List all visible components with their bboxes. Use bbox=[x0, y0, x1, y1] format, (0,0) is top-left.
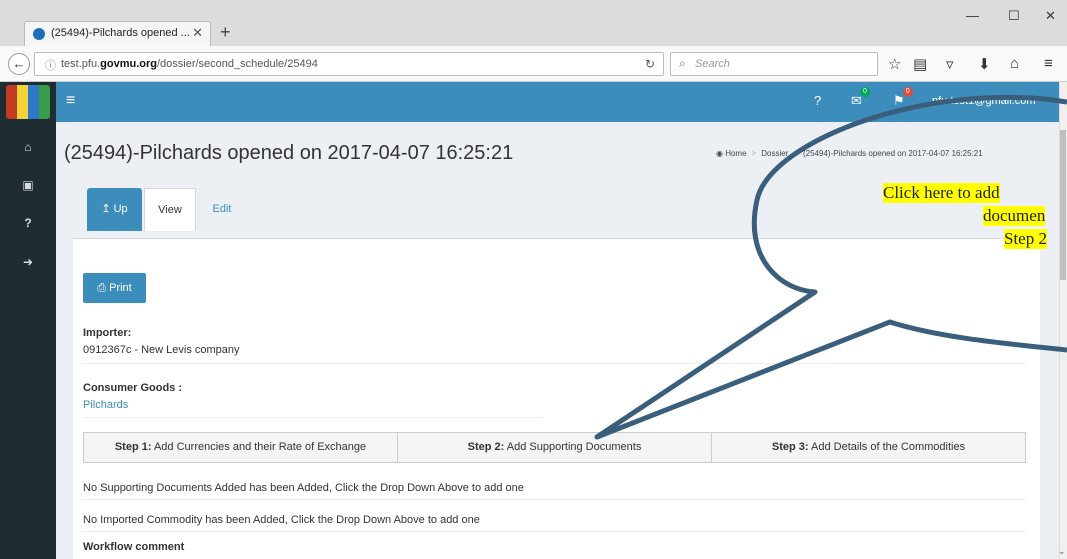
scroll-down-icon[interactable]: ⌄ bbox=[1058, 546, 1066, 557]
breadcrumb: ◉ Home > Dossier > (25494)-Pilchards opened … bbox=[716, 149, 983, 158]
help-icon[interactable]: ? bbox=[814, 93, 821, 108]
browser-titlebar: (25494)-Pilchards opened ... ✕ + — ☐ ✕ bbox=[0, 0, 1067, 46]
callout-line-2: documen bbox=[983, 206, 1046, 226]
user-email[interactable]: pfu.test1@gmail.com bbox=[932, 95, 1036, 107]
divider bbox=[83, 417, 543, 418]
browser-navbar: ← ⓘ test.pfu.govmu.org/dossier/second_sc… bbox=[0, 46, 1067, 82]
step-2-button[interactable]: Step 2: Add Supporting Documents bbox=[398, 433, 712, 462]
page-title: (25494)-Pilchards opened on 2017-04-07 1… bbox=[64, 142, 514, 164]
help-nav-icon[interactable]: ? bbox=[0, 216, 56, 230]
messages-badge: 0 bbox=[859, 87, 870, 97]
minimize-button[interactable]: — bbox=[966, 8, 979, 23]
up-arrow-icon: ↥ bbox=[101, 203, 114, 215]
bookmark-star-icon[interactable]: ☆ bbox=[888, 55, 901, 73]
steps-bar: Step 1: Add Currencies and their Rate of… bbox=[83, 432, 1026, 463]
new-tab-button[interactable]: + bbox=[220, 22, 231, 43]
flags-badge: 0 bbox=[902, 87, 913, 97]
consumer-goods-label: Consumer Goods : bbox=[83, 382, 183, 394]
dashboard-icon: ◉ bbox=[716, 149, 726, 158]
step-3-button[interactable]: Step 3: Add Details of the Commodities bbox=[712, 433, 1025, 462]
home-icon[interactable]: ⌂ bbox=[1010, 55, 1019, 72]
step-1-button[interactable]: Step 1: Add Currencies and their Rate of… bbox=[84, 433, 398, 462]
url-bar[interactable]: ⓘ test.pfu.govmu.org/dossier/second_sche… bbox=[34, 52, 664, 76]
maximize-button[interactable]: ☐ bbox=[1008, 8, 1020, 24]
search-placeholder: Search bbox=[695, 58, 730, 70]
back-button[interactable]: ← bbox=[8, 53, 30, 75]
app-header: ≡ ? ✉ 0 ⚑ 0 pfu.test1@gmail.com bbox=[56, 82, 1059, 122]
no-commodity-message: No Imported Commodity has been Added, Cl… bbox=[83, 514, 480, 526]
url-text: test.pfu.govmu.org/dossier/second_schedu… bbox=[61, 58, 318, 70]
importer-label: Importer: bbox=[83, 327, 132, 339]
workflow-comment-label: Workflow comment bbox=[83, 541, 185, 553]
tab-edit[interactable]: Edit bbox=[202, 188, 242, 231]
tab-close-icon[interactable]: ✕ bbox=[192, 25, 203, 41]
breadcrumb-home[interactable]: Home bbox=[725, 149, 746, 158]
divider bbox=[83, 531, 1026, 532]
favicon-icon bbox=[33, 28, 45, 40]
print-button[interactable]: ⎙ Print bbox=[83, 273, 146, 303]
messages-icon[interactable]: ✉ 0 bbox=[851, 87, 870, 109]
home-nav-icon[interactable]: ⌂ bbox=[0, 140, 56, 154]
pocket-icon[interactable]: ▿ bbox=[946, 55, 954, 73]
flag-icon[interactable]: ⚑ 0 bbox=[893, 87, 913, 109]
divider bbox=[83, 499, 1026, 500]
menu-icon[interactable]: ≡ bbox=[1044, 55, 1053, 72]
breadcrumb-dossier[interactable]: Dossier bbox=[761, 149, 788, 158]
callout-line-3: Step 2 bbox=[1004, 229, 1047, 249]
search-icon: ⌕ bbox=[679, 56, 686, 70]
reading-list-icon[interactable]: ▤ bbox=[913, 55, 927, 73]
tab-view[interactable]: View bbox=[144, 188, 196, 231]
dossier-box: ⎙ Print Importer: 0912367c - New Levis c… bbox=[73, 238, 1040, 559]
callout-line-1: Click here to add bbox=[883, 183, 1000, 203]
info-icon[interactable]: ⓘ bbox=[45, 57, 56, 73]
consumer-goods-link[interactable]: Pilchards bbox=[83, 399, 128, 411]
divider bbox=[83, 363, 1026, 364]
search-input[interactable]: ⌕ Search bbox=[670, 52, 878, 76]
importer-value: 0912367c - New Levis company bbox=[83, 344, 240, 356]
coat-of-arms-logo[interactable] bbox=[6, 85, 50, 119]
hamburger-icon[interactable]: ≡ bbox=[66, 92, 75, 110]
close-window-button[interactable]: ✕ bbox=[1045, 8, 1056, 24]
no-documents-message: No Supporting Documents Added has been A… bbox=[83, 482, 524, 494]
pdf-nav-icon[interactable]: ▣ bbox=[0, 178, 56, 192]
scrollbar-thumb[interactable] bbox=[1060, 130, 1066, 280]
reload-icon[interactable]: ↻ bbox=[645, 57, 655, 71]
print-icon: ⎙ bbox=[97, 282, 110, 294]
logout-nav-icon[interactable]: ➜ bbox=[0, 255, 56, 269]
app-sidebar: ⌂ ▣ ? ➜ bbox=[0, 82, 56, 559]
browser-tab[interactable]: (25494)-Pilchards opened ... ✕ bbox=[24, 21, 211, 46]
tab-title: (25494)-Pilchards opened ... bbox=[51, 27, 190, 39]
breadcrumb-current: (25494)-Pilchards opened on 2017-04-07 1… bbox=[803, 149, 983, 158]
download-icon[interactable]: ⬇ bbox=[978, 55, 991, 73]
up-button[interactable]: ↥ Up bbox=[87, 188, 142, 231]
